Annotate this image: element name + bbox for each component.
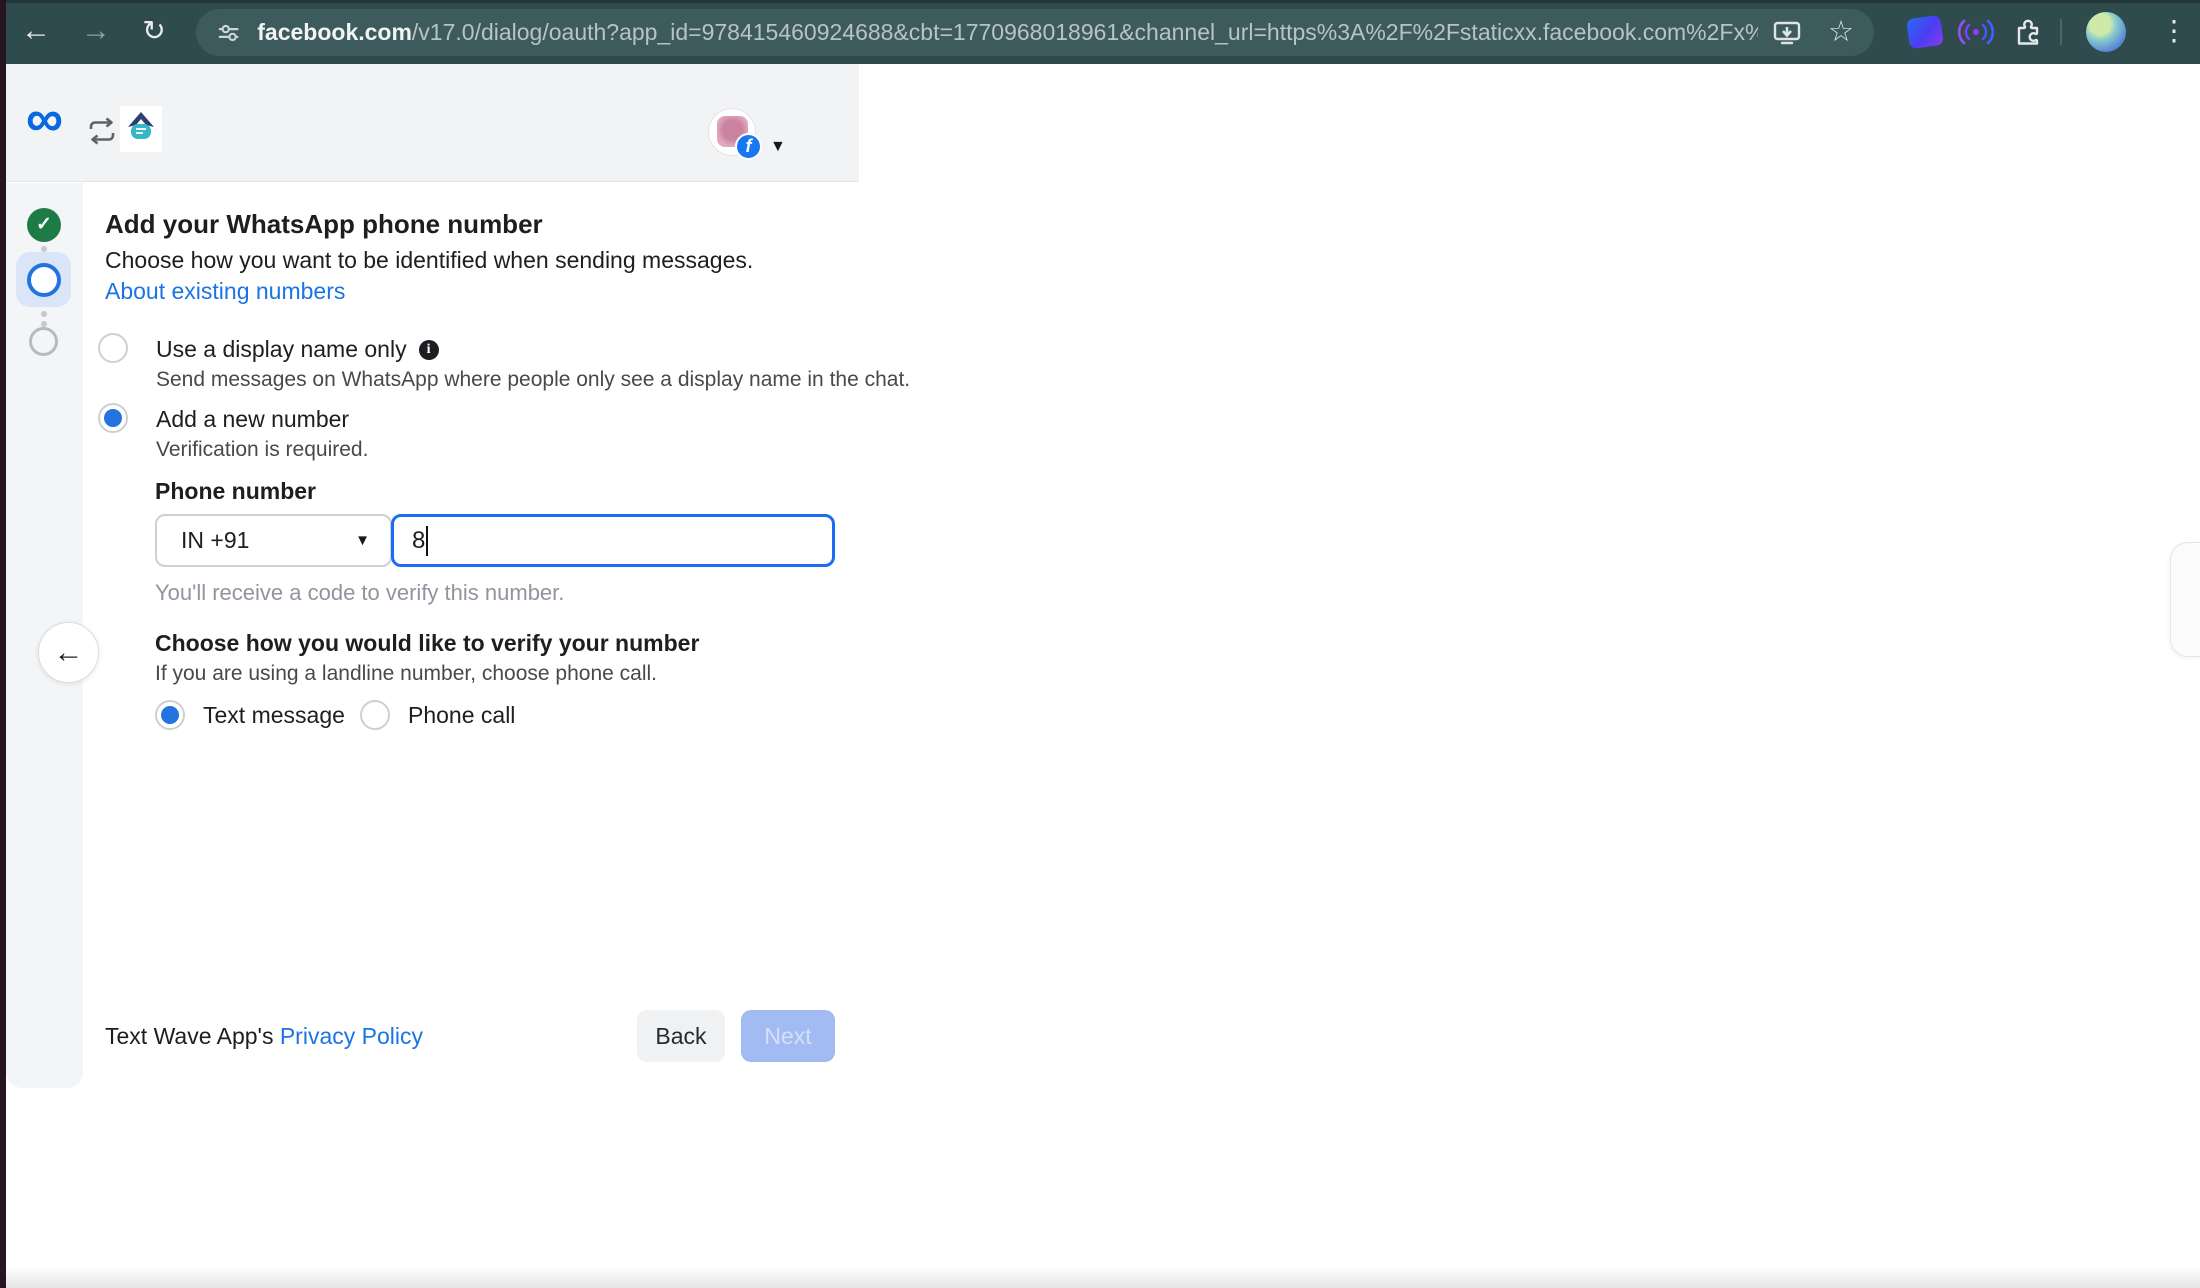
display-name-option-label[interactable]: Use a display name only i: [156, 336, 439, 363]
text-message-label[interactable]: Text message: [203, 702, 345, 729]
country-code-value: IN +91: [181, 527, 355, 554]
sync-icon: [84, 116, 120, 146]
radio-add-new-number[interactable]: [98, 403, 128, 433]
app-logo: [120, 106, 162, 152]
option-label-text: Use a display name only: [156, 336, 407, 363]
add-number-option-description: Verification is required.: [156, 438, 368, 462]
window-left-edge: [0, 0, 6, 1288]
url-path: /v17.0/dialog/oauth?app_id=9784154609246…: [412, 19, 1758, 45]
floating-back-button[interactable]: ←: [38, 622, 99, 683]
address-bar[interactable]: facebook.com/v17.0/dialog/oauth?app_id=9…: [196, 9, 1874, 56]
url-domain: facebook.com: [257, 19, 412, 45]
add-number-option-label[interactable]: Add a new number: [156, 406, 349, 433]
privacy-policy-line: Text Wave App's Privacy Policy: [105, 1023, 423, 1050]
facebook-badge-icon: f: [735, 133, 762, 160]
browser-window: ← → ↻ facebook.com/v17.0/dialog/oauth?ap…: [0, 0, 2200, 1288]
phone-number-value: 8: [412, 527, 425, 555]
step-current-icon: [27, 263, 61, 297]
dialog-header: ∞ f ▼: [0, 64, 859, 182]
window-top-edge: [0, 0, 2200, 3]
install-app-icon[interactable]: [1772, 19, 1802, 47]
phone-helper-text: You'll receive a code to verify this num…: [155, 580, 564, 606]
url-text[interactable]: facebook.com/v17.0/dialog/oauth?app_id=9…: [257, 19, 1758, 46]
country-code-select[interactable]: IN +91 ▼: [155, 514, 392, 567]
step-upcoming-icon: [29, 327, 58, 356]
site-settings-icon[interactable]: [216, 20, 241, 46]
profile-caret-icon[interactable]: ▼: [770, 138, 786, 156]
app-name-text: Text Wave App's: [105, 1023, 280, 1049]
info-icon[interactable]: i: [419, 340, 439, 360]
privacy-policy-link[interactable]: Privacy Policy: [280, 1023, 423, 1049]
back-button[interactable]: Back: [637, 1010, 725, 1062]
meta-logo: ∞: [26, 88, 63, 150]
verify-section-title: Choose how you would like to verify your…: [155, 630, 699, 657]
about-existing-numbers-link[interactable]: About existing numbers: [105, 278, 345, 304]
chevron-down-icon: ▼: [355, 532, 370, 549]
browser-profile-avatar[interactable]: [2086, 12, 2126, 52]
phone-call-label[interactable]: Phone call: [408, 702, 515, 729]
verify-section-subtitle: If you are using a landline number, choo…: [155, 662, 657, 686]
extension-icon-signal[interactable]: [1906, 15, 1944, 49]
browser-toolbar: ← → ↻ facebook.com/v17.0/dialog/oauth?ap…: [0, 0, 2200, 64]
phone-number-label: Phone number: [155, 478, 316, 505]
bookmark-star-icon[interactable]: ☆: [1828, 18, 1854, 47]
browser-reload-icon[interactable]: ↻: [132, 0, 176, 64]
browser-menu-icon[interactable]: ⋮: [2152, 0, 2196, 64]
peeking-panel-edge: [2170, 542, 2200, 657]
next-button[interactable]: Next: [741, 1010, 835, 1062]
page-title: Add your WhatsApp phone number: [105, 209, 543, 240]
option-label-text: Add a new number: [156, 406, 349, 433]
radio-phone-call[interactable]: [360, 700, 390, 730]
step-complete-icon: ✓: [27, 208, 61, 242]
toolbar-divider: [2060, 19, 2062, 45]
browser-back-icon[interactable]: ←: [14, 0, 58, 64]
extension-icon-waves[interactable]: [1958, 17, 1994, 47]
browser-forward-icon[interactable]: →: [74, 0, 118, 64]
profile-chip[interactable]: f: [708, 108, 756, 156]
text-cursor: [426, 526, 428, 556]
extensions-puzzle-icon[interactable]: [2012, 16, 2044, 48]
back-arrow-icon: ←: [54, 636, 84, 670]
subtitle-text: Choose how you want to be identified whe…: [105, 247, 753, 273]
bottom-edge-shading: [0, 1267, 2200, 1288]
page-subtitle: Choose how you want to be identified whe…: [105, 245, 777, 307]
radio-text-message[interactable]: [155, 700, 185, 730]
stepper-dot: [41, 311, 47, 317]
radio-display-name-only[interactable]: [98, 333, 128, 363]
display-name-option-description: Send messages on WhatsApp where people o…: [156, 368, 910, 392]
phone-number-input[interactable]: 8: [391, 514, 835, 567]
